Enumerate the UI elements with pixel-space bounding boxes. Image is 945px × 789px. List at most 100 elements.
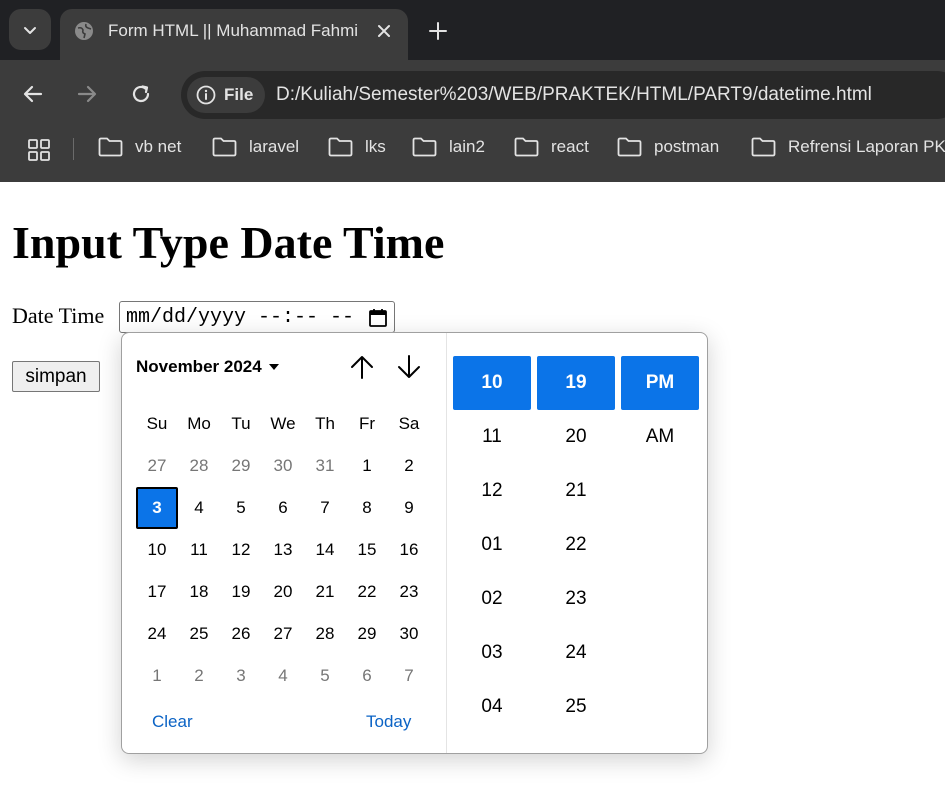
hour-option[interactable]: 04 <box>453 680 531 734</box>
calendar-day[interactable]: 4 <box>178 487 220 529</box>
bookmark-folder[interactable]: Refrensi Laporan PKL <box>751 137 945 157</box>
address-bar[interactable]: File D:/Kuliah/Semester%203/WEB/PRAKTEK/… <box>181 71 945 119</box>
calendar-day[interactable]: 15 <box>346 529 388 571</box>
bookmarks-separator <box>73 138 74 160</box>
site-info-chip[interactable]: File <box>187 77 265 113</box>
hour-option[interactable]: 02 <box>453 572 531 626</box>
minute-option[interactable]: 25 <box>537 680 615 734</box>
bookmark-folder[interactable]: lks <box>328 137 386 157</box>
hour-column[interactable]: 10 11 12 01 02 03 04 <box>453 356 531 734</box>
calendar-day[interactable]: 30 <box>388 613 430 655</box>
month-year-label: November 2024 <box>136 357 262 376</box>
forward-button[interactable] <box>71 78 103 110</box>
calendar-day[interactable]: 11 <box>178 529 220 571</box>
submit-button[interactable]: simpan <box>12 361 100 392</box>
minute-option[interactable]: 21 <box>537 464 615 518</box>
calendar-day[interactable]: 17 <box>136 571 178 613</box>
meridiem-option-selected[interactable]: PM <box>621 356 699 410</box>
calendar-day[interactable]: 3 <box>220 655 262 697</box>
today-button[interactable]: Today <box>366 712 411 732</box>
calendar-day[interactable]: 7 <box>304 487 346 529</box>
minute-option[interactable]: 23 <box>537 572 615 626</box>
calendar-day[interactable]: 6 <box>346 655 388 697</box>
bookmark-folder[interactable]: postman <box>617 137 719 157</box>
reload-icon <box>132 85 150 103</box>
minute-option[interactable]: 22 <box>537 518 615 572</box>
calendar-day[interactable]: 1 <box>346 445 388 487</box>
calendar-day[interactable]: 27 <box>136 445 178 487</box>
next-month-button[interactable] <box>395 353 423 381</box>
calendar-day[interactable]: 30 <box>262 445 304 487</box>
calendar-icon[interactable] <box>368 308 388 328</box>
folder-icon <box>212 137 237 157</box>
weekday-label: Fr <box>358 414 376 433</box>
calendar-day[interactable]: 4 <box>262 655 304 697</box>
calendar-day[interactable]: 29 <box>220 445 262 487</box>
calendar-day[interactable]: 12 <box>220 529 262 571</box>
tab-title: Form HTML || Muhammad Fahmi <box>108 21 359 40</box>
tab-close-button[interactable] <box>372 19 396 43</box>
calendar-day[interactable]: 10 <box>136 529 178 571</box>
clear-button[interactable]: Clear <box>152 712 193 732</box>
calendar-day[interactable]: 23 <box>388 571 430 613</box>
hour-option[interactable]: 12 <box>453 464 531 518</box>
new-tab-button[interactable] <box>424 17 452 45</box>
calendar-day[interactable]: 28 <box>178 445 220 487</box>
calendar-day[interactable]: 18 <box>178 571 220 613</box>
calendar-day[interactable]: 31 <box>304 445 346 487</box>
calendar-day[interactable]: 5 <box>304 655 346 697</box>
calendar-day[interactable]: 2 <box>178 655 220 697</box>
calendar-day[interactable]: 8 <box>346 487 388 529</box>
hour-option[interactable]: 03 <box>453 626 531 680</box>
minute-option[interactable]: 24 <box>537 626 615 680</box>
calendar-day[interactable]: 13 <box>262 529 304 571</box>
apps-grid-icon[interactable] <box>27 138 51 162</box>
calendar-day[interactable]: 21 <box>304 571 346 613</box>
caret-down-icon <box>268 364 279 370</box>
meridiem-column[interactable]: PM AM <box>621 356 699 464</box>
tab-search-button[interactable] <box>9 9 51 50</box>
meridiem-option[interactable]: AM <box>621 410 699 464</box>
url-text: D:/Kuliah/Semester%203/WEB/PRAKTEK/HTML/… <box>276 84 872 105</box>
reload-button[interactable] <box>125 78 157 110</box>
bookmark-folder[interactable]: laravel <box>212 137 299 157</box>
datetime-input[interactable]: mm/dd/yyyy --:-- -- <box>119 301 395 333</box>
calendar-day[interactable]: 1 <box>136 655 178 697</box>
hour-option[interactable]: 01 <box>453 518 531 572</box>
calendar-day[interactable]: 16 <box>388 529 430 571</box>
hour-option[interactable]: 11 <box>453 410 531 464</box>
bookmark-label: vb net <box>135 137 182 156</box>
calendar-day[interactable]: 26 <box>220 613 262 655</box>
calendar-day[interactable]: 19 <box>220 571 262 613</box>
bookmark-label: Refrensi Laporan PKL <box>788 137 945 156</box>
calendar-day[interactable]: 20 <box>262 571 304 613</box>
minute-option[interactable]: 20 <box>537 410 615 464</box>
minute-option-selected[interactable]: 19 <box>537 356 615 410</box>
calendar-day[interactable]: 6 <box>262 487 304 529</box>
calendar-day[interactable]: 5 <box>220 487 262 529</box>
weekday-label: Tu <box>231 414 251 433</box>
calendar-week-row: 17 18 19 20 21 22 23 <box>136 571 430 613</box>
back-button[interactable] <box>17 78 49 110</box>
calendar-day[interactable]: 27 <box>262 613 304 655</box>
bookmark-folder[interactable]: react <box>514 137 589 157</box>
bookmark-folder[interactable]: lain2 <box>412 137 485 157</box>
month-year-selector[interactable]: November 2024 <box>136 357 280 377</box>
calendar-day-selected[interactable]: 3 <box>136 487 178 529</box>
calendar-day[interactable]: 2 <box>388 445 430 487</box>
previous-month-button[interactable] <box>348 353 376 381</box>
calendar-day[interactable]: 28 <box>304 613 346 655</box>
active-tab[interactable]: Form HTML || Muhammad Fahmi <box>60 9 408 60</box>
calendar-day[interactable]: 25 <box>178 613 220 655</box>
calendar-day[interactable]: 29 <box>346 613 388 655</box>
calendar-day[interactable]: 22 <box>346 571 388 613</box>
folder-icon <box>412 137 437 157</box>
minute-column[interactable]: 19 20 21 22 23 24 25 <box>537 356 615 734</box>
bookmark-folder[interactable]: vb net <box>98 137 181 157</box>
calendar-day[interactable]: 14 <box>304 529 346 571</box>
hour-option-selected[interactable]: 10 <box>453 356 531 410</box>
calendar-day[interactable]: 7 <box>388 655 430 697</box>
plus-icon <box>429 22 447 40</box>
calendar-day[interactable]: 24 <box>136 613 178 655</box>
calendar-day[interactable]: 9 <box>388 487 430 529</box>
